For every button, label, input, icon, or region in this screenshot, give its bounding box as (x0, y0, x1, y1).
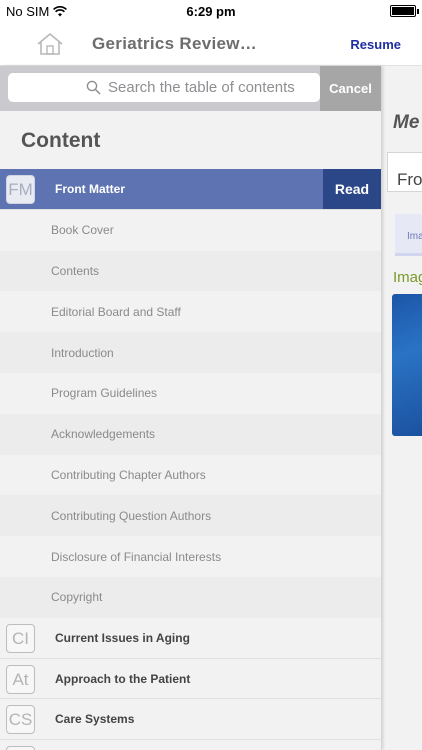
chapter-badge (6, 746, 35, 750)
chapter-badge: At (6, 664, 35, 694)
search-field[interactable] (8, 73, 320, 102)
battery-icon (390, 5, 419, 17)
list-item[interactable]: Acknowledgements (0, 413, 381, 455)
toc-heading: Content (21, 129, 101, 152)
search-bar: Cancel (0, 66, 381, 111)
toc-panel: Cancel Content FM Front Matter Read Book… (0, 66, 381, 750)
reader-pane: Me Fro Ima Imag (381, 66, 422, 750)
status-bar: No SIM 6:29 pm (0, 0, 422, 22)
chapter-badge: CS (6, 705, 35, 735)
resume-button[interactable]: Resume (350, 37, 401, 52)
navigation-bar: Geriatrics Review… Resume (0, 22, 422, 66)
list-item[interactable]: Contents (0, 250, 381, 292)
clock: 6:29 pm (186, 4, 236, 19)
chapter-approach-to-patient[interactable]: At Approach to the Patient (0, 658, 381, 700)
list-item[interactable]: Disclosure of Financial Interests (0, 536, 381, 577)
search-icon (86, 80, 101, 95)
cancel-button[interactable]: Cancel (320, 66, 381, 111)
book-cover-image[interactable] (392, 294, 422, 436)
list-item[interactable]: Editorial Board and Staff (0, 291, 381, 333)
chapter-next-partial[interactable] (0, 740, 381, 750)
chapter-current-issues[interactable]: CI Current Issues in Aging (0, 617, 381, 659)
list-item[interactable]: Introduction (0, 332, 381, 373)
list-item[interactable]: Copyright (0, 576, 381, 618)
chapter-title: Care Systems (55, 712, 135, 727)
chapter-title: Front Matter (55, 182, 125, 196)
list-item[interactable]: Program Guidelines (0, 372, 381, 414)
list-item[interactable]: Contributing Chapter Authors (0, 454, 381, 496)
reader-card-title: Fro (397, 170, 422, 189)
chapter-title: Current Issues in Aging (55, 630, 190, 645)
reader-heading: Me (393, 112, 420, 133)
home-icon[interactable] (36, 32, 64, 56)
chapter-care-systems[interactable]: CS Care Systems (0, 699, 381, 741)
book-title: Geriatrics Review… (92, 34, 258, 53)
chapter-title: Approach to the Patient (55, 671, 191, 686)
reader-tab-label: Ima (407, 231, 422, 242)
chapter-badge: CI (6, 623, 35, 653)
reader-section-label: Imag (393, 269, 422, 286)
chapter-front-matter[interactable]: FM Front Matter Read (0, 169, 381, 210)
search-input[interactable] (108, 76, 313, 98)
list-item[interactable]: Contributing Question Authors (0, 495, 381, 537)
read-button[interactable]: Read (323, 169, 381, 209)
toc-list: FM Front Matter Read Book Cover Contents… (0, 169, 381, 750)
chapter-badge: FM (6, 175, 35, 204)
list-item[interactable]: Book Cover (0, 209, 381, 251)
